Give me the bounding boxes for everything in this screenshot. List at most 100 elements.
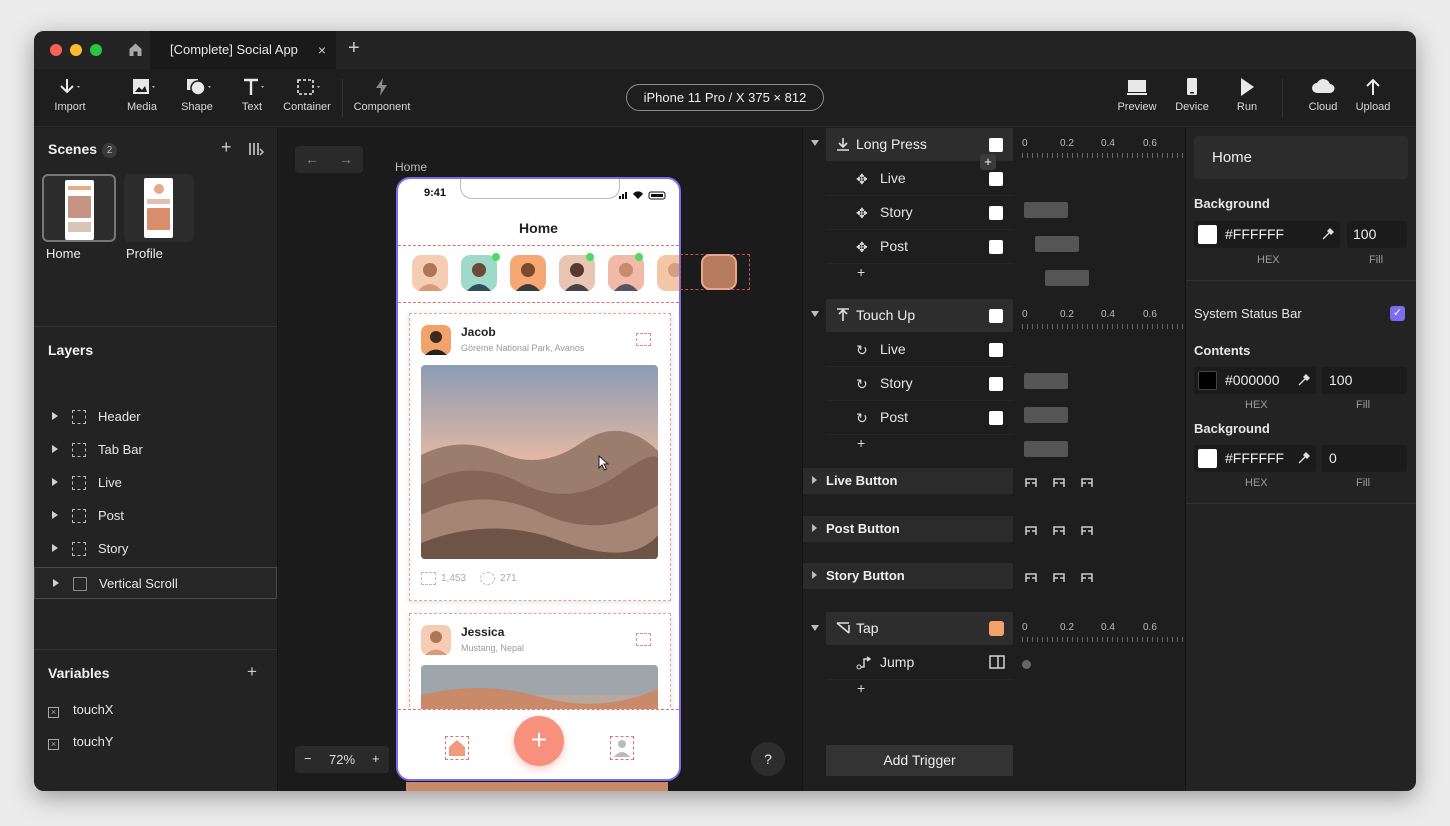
post-avatar[interactable] [421, 325, 451, 355]
expand-icon[interactable] [52, 511, 58, 519]
response-checkbox[interactable] [989, 411, 1003, 425]
profile-tab-icon[interactable] [610, 736, 634, 760]
new-tab-button[interactable]: + [348, 37, 360, 60]
color-swatch[interactable] [1198, 449, 1217, 468]
expand-icon[interactable] [812, 571, 817, 579]
contents-color-field[interactable]: #000000 [1194, 367, 1316, 394]
add-post-fab[interactable]: + [514, 716, 564, 766]
contents-fill-field[interactable]: 100 [1322, 367, 1407, 394]
home-tab-icon[interactable] [445, 736, 469, 760]
timeline-bar[interactable] [1035, 236, 1079, 252]
scene-transition-icon[interactable] [989, 655, 1005, 669]
zoom-out-button[interactable]: − [304, 751, 312, 766]
document-tab[interactable]: [Complete] Social App × [150, 31, 336, 69]
timeline-ruler[interactable]: 0 0.2 0.4 0.6 [1022, 138, 1186, 158]
trigger-checkbox[interactable] [989, 138, 1003, 152]
zoom-level[interactable]: 72% [329, 752, 355, 767]
zoom-in-button[interactable]: + [372, 751, 380, 766]
component-button[interactable]: Component [350, 77, 414, 113]
story-avatar[interactable] [461, 255, 497, 291]
story-bar[interactable] [398, 245, 679, 303]
response-checkbox[interactable] [989, 240, 1003, 254]
comment-icon[interactable] [480, 572, 495, 585]
scene-thumb-home[interactable] [42, 174, 116, 242]
tab-close-icon[interactable]: × [318, 31, 326, 69]
response-row[interactable]: ✥ Post [826, 230, 1013, 264]
story-avatar[interactable] [657, 255, 679, 291]
color-swatch[interactable] [1198, 225, 1217, 244]
expand-icon[interactable] [812, 476, 817, 484]
group-live-button[interactable]: Live Button [803, 468, 1013, 494]
timeline-keyframe[interactable] [1022, 660, 1031, 669]
response-row[interactable]: ✥ Live [826, 162, 1013, 196]
close-window-button[interactable] [50, 44, 62, 56]
post-avatar[interactable] [421, 625, 451, 655]
add-response-button[interactable]: + [857, 264, 865, 280]
timeline-bar[interactable] [1024, 202, 1068, 218]
timeline-ruler[interactable]: 0 0.2 0.4 0.6 [1022, 309, 1186, 329]
home-icon[interactable] [128, 42, 143, 57]
collapse-icon[interactable] [811, 625, 819, 631]
variable-touchy[interactable]: × touchY [48, 734, 113, 750]
upload-button[interactable]: Upload [1341, 77, 1405, 113]
timeline-bar[interactable] [1045, 270, 1089, 286]
response-checkbox[interactable] [989, 172, 1003, 186]
group-story-button[interactable]: Story Button [803, 563, 1013, 589]
collapse-icon[interactable] [811, 311, 819, 317]
layer-header[interactable]: Header [34, 401, 277, 433]
scene-sort-icon[interactable] [248, 142, 264, 156]
story-avatar[interactable] [510, 255, 546, 291]
minimize-window-button[interactable] [70, 44, 82, 56]
back-arrow-icon[interactable]: ← [305, 151, 319, 167]
timeline-ruler[interactable]: 0 0.2 0.4 0.6 [1022, 622, 1186, 642]
story-avatar[interactable] [701, 254, 737, 290]
expand-icon[interactable] [52, 478, 58, 486]
zoom-window-button[interactable] [90, 44, 102, 56]
layer-vertical-scroll[interactable]: Vertical Scroll [34, 567, 277, 599]
response-checkbox[interactable] [989, 206, 1003, 220]
timeline-bar[interactable] [1024, 407, 1068, 423]
device-selector[interactable]: iPhone 11 Pro / X 375 × 812 [626, 84, 824, 111]
trigger-touch-up[interactable]: Touch Up [826, 299, 1013, 332]
response-row[interactable]: ↻ Live [826, 333, 1013, 367]
layer-post[interactable]: Post [34, 500, 277, 532]
trigger-checkbox[interactable] [989, 309, 1003, 323]
forward-arrow-icon[interactable]: → [339, 151, 353, 167]
scene-thumb-profile[interactable] [124, 174, 194, 242]
story-avatar[interactable] [412, 255, 448, 291]
container-button[interactable]: Container [275, 77, 339, 113]
layer-story[interactable]: Story [34, 533, 277, 565]
status-bar-checkbox[interactable]: ✓ [1390, 306, 1405, 321]
response-row[interactable]: ↻ Post [826, 401, 1013, 435]
status-background-color-field[interactable]: #FFFFFF [1194, 445, 1316, 472]
add-response-button[interactable]: + [857, 435, 865, 451]
response-row[interactable]: ✥ Story [826, 196, 1013, 230]
expand-icon[interactable] [812, 524, 817, 532]
trigger-tap[interactable]: Tap [826, 612, 1013, 645]
group-post-button[interactable]: Post Button [803, 516, 1013, 542]
background-color-field[interactable]: #FFFFFF [1194, 221, 1340, 248]
add-scene-button[interactable]: + [221, 137, 232, 158]
post-more-icon[interactable] [636, 633, 651, 646]
background-fill-field[interactable]: 100 [1347, 221, 1407, 248]
run-button[interactable]: Run [1215, 77, 1279, 113]
eyedropper-icon[interactable] [1297, 452, 1310, 465]
response-checkbox[interactable] [989, 343, 1003, 357]
post-more-icon[interactable] [636, 333, 651, 346]
post-card[interactable]: Jacob Göreme National Park, Avanos 1,453… [409, 313, 671, 601]
timeline-bar[interactable] [1024, 373, 1068, 389]
status-background-fill-field[interactable]: 0 [1322, 445, 1407, 472]
eyedropper-icon[interactable] [1297, 374, 1310, 387]
layer-tab-bar[interactable]: Tab Bar [34, 434, 277, 466]
expand-icon[interactable] [52, 445, 58, 453]
layer-live[interactable]: Live [34, 467, 277, 499]
add-variable-button[interactable]: + [247, 662, 257, 682]
phone-frame[interactable]: 9:41 Home Jacob Göreme National Park, Av… [396, 177, 681, 781]
canvas[interactable]: ← → Home 9:41 Home Jacob Göreme National… [279, 128, 802, 791]
color-swatch[interactable] [1198, 371, 1217, 390]
response-row[interactable]: ↻ Story [826, 367, 1013, 401]
add-response-button[interactable]: + [857, 680, 865, 696]
expand-icon[interactable] [52, 544, 58, 552]
collapse-icon[interactable] [811, 140, 819, 146]
add-trigger-button[interactable]: Add Trigger [826, 745, 1013, 776]
